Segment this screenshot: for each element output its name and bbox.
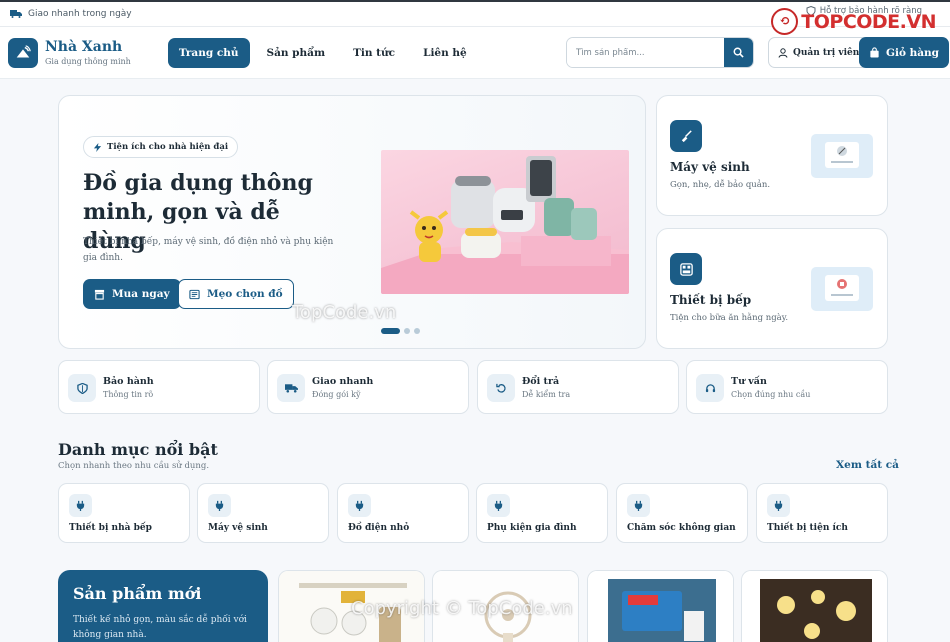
shipping-text: Giao nhanh trong ngày [28,9,132,19]
see-all-link[interactable]: Xem tất cả [836,459,899,471]
nav-home[interactable]: Trang chủ [167,37,250,68]
carousel-dot[interactable] [404,328,410,334]
feature-title: Giao nhanh [312,376,374,387]
nav-contact[interactable]: Liên hệ [412,38,478,68]
product-card[interactable] [587,570,734,642]
category-card[interactable]: Thiết bị tiện ích [756,483,888,543]
categories-subtitle: Chọn nhanh theo nhu cầu sử dụng. [58,461,210,471]
side-card-title: Thiết bị bếp [670,293,752,307]
feature-warranty: Bảo hành Thông tin rõ [58,360,260,414]
tips-button[interactable]: Mẹo chọn đồ [178,279,294,309]
search-icon [733,47,744,58]
cart-button[interactable]: Giỏ hàng [859,37,950,68]
hero-banner: Tiện ích cho nhà hiện đại Đồ gia dụng th… [58,95,646,349]
category-name: Đồ điện nhỏ [348,523,410,533]
return-icon [487,374,515,402]
hero-description: Thiết bị nhà bếp, máy vệ sinh, đồ điện n… [83,237,334,263]
plug-icon [69,494,92,517]
feature-subtitle: Thông tin rõ [103,390,154,399]
search-input[interactable] [567,38,724,67]
feature-title: Tư vấn [731,376,767,387]
category-name: Thiết bị tiện ích [767,523,848,533]
newspaper-icon [189,289,200,299]
feature-subtitle: Chọn đúng nhu cầu [731,390,811,399]
carousel-dot[interactable] [414,328,420,334]
hero-chip-text: Tiện ích cho nhà hiện đại [107,142,229,152]
category-card[interactable]: Máy vệ sinh [197,483,329,543]
new-products-panel: Sản phẩm mới Thiết kế nhỏ gọn, màu sắc d… [58,570,268,642]
lightning-icon [93,142,102,152]
side-card-thumbnail [811,134,873,178]
feature-subtitle: Đóng gói kỹ [312,390,361,399]
cart-label: Giỏ hàng [886,46,940,59]
feature-return: Đổi trả Dễ kiểm tra [477,360,679,414]
nav-news[interactable]: Tin tức [342,38,406,68]
side-card-kitchen[interactable]: Thiết bị bếp Tiện cho bữa ăn hằng ngày. [656,228,888,349]
buy-now-label: Mua ngay [112,288,170,300]
carousel-dot[interactable] [381,328,400,334]
brand-subtitle: Gia dụng thông minh [45,57,131,66]
topcode-logo-text: TOPCODE.VN [801,10,936,33]
feature-consult: Tư vấn Chọn đúng nhu cầu [686,360,888,414]
brand[interactable]: Nhà Xanh Gia dụng thông minh [45,39,131,66]
category-card[interactable]: Thiết bị nhà bếp [58,483,190,543]
kitchen-icon [670,253,702,285]
shield-icon [68,374,96,402]
admin-label: Quản trị viên [793,47,860,58]
category-name: Máy vệ sinh [208,523,268,533]
carousel-dots [381,328,420,334]
truck-icon [10,10,22,18]
feature-title: Đổi trả [522,376,560,387]
product-card[interactable] [432,570,579,642]
category-card[interactable]: Chăm sóc không gian [616,483,748,543]
broom-icon [670,120,702,152]
nav-products[interactable]: Sản phẩm [256,38,337,68]
headset-icon [696,374,724,402]
product-image [279,571,424,642]
brand-name: Nhà Xanh [45,39,123,55]
side-card-subtitle: Gọn, nhẹ, dễ bảo quản. [670,180,771,190]
search-box [566,37,754,68]
category-name: Thiết bị nhà bếp [69,523,152,533]
admin-button[interactable]: Quản trị viên [768,37,870,68]
tips-label: Mẹo chọn đồ [207,288,283,300]
product-image [433,571,578,642]
search-button[interactable] [724,38,753,67]
feature-title: Bảo hành [103,376,154,387]
plug-icon [627,494,650,517]
category-card[interactable]: Đồ điện nhỏ [337,483,469,543]
feature-delivery: Giao nhanh Đóng gói kỹ [267,360,469,414]
category-card[interactable]: Phụ kiện gia đình [476,483,608,543]
product-card[interactable] [278,570,425,642]
shopping-bag-icon [870,47,879,58]
topcode-watermark-logo: ⟲ TOPCODE.VN [771,8,936,35]
hero-chip: Tiện ích cho nhà hiện đại [83,136,239,158]
side-card-thumbnail [811,267,873,311]
buy-now-button[interactable]: Mua ngay [83,279,181,309]
category-name: Phụ kiện gia đình [487,523,577,533]
brand-logo-icon[interactable] [8,37,38,68]
plug-icon [767,494,790,517]
category-name: Chăm sóc không gian [627,523,736,533]
side-card-title: Máy vệ sinh [670,160,750,174]
feature-subtitle: Dễ kiểm tra [522,390,571,399]
product-image [742,571,887,642]
product-card[interactable] [741,570,888,642]
topcode-seal-icon: ⟲ [771,8,799,35]
side-card-cleaning[interactable]: Máy vệ sinh Gọn, nhẹ, dễ bảo quản. [656,95,888,216]
new-products-description: Thiết kế nhỏ gọn, màu sắc dễ phối với kh… [73,615,247,640]
categories-title: Danh mục nổi bật [58,440,218,459]
plug-icon [487,494,510,517]
user-icon [778,47,788,58]
side-card-subtitle: Tiện cho bữa ăn hằng ngày. [670,313,789,323]
hero-appliances-image [381,150,629,294]
plug-icon [348,494,371,517]
product-image [588,571,733,642]
plug-icon [208,494,231,517]
main-nav: Trang chủ Sản phẩm Tin tức Liên hệ [167,37,478,68]
truck-icon [277,374,305,402]
store-icon [94,289,105,300]
new-products-title: Sản phẩm mới [73,584,202,603]
